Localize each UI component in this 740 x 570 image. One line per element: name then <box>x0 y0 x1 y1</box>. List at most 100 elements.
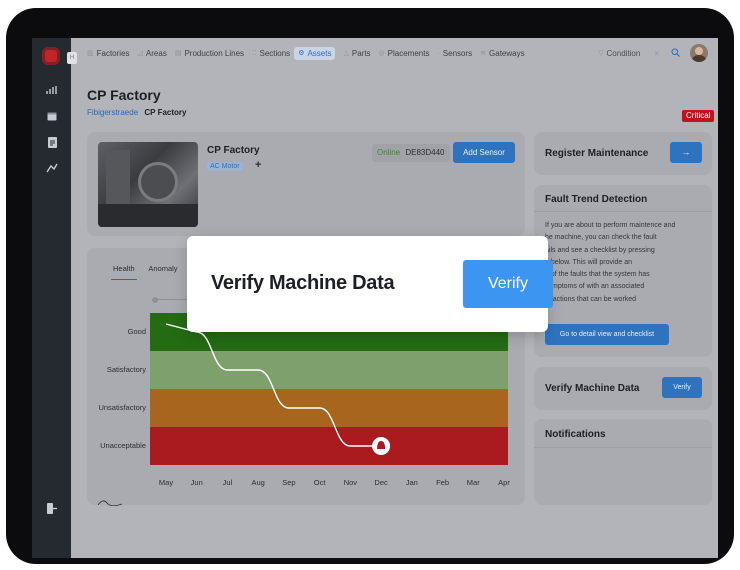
tablet-frame: H ▥ Factories ◿ Areas ▤ Production Lines ⁚⁚… <box>6 8 734 564</box>
divider <box>534 447 712 448</box>
x-tick-label: Jun <box>190 478 203 487</box>
band-label: Unacceptable <box>100 441 146 450</box>
sidebar-rail <box>32 38 71 558</box>
analytics-icon[interactable] <box>42 80 62 100</box>
calendar-icon[interactable] <box>42 106 62 126</box>
x-tick-label: Dec <box>374 478 388 487</box>
document-icon[interactable] <box>42 132 62 152</box>
tab-health[interactable]: Health <box>113 264 135 273</box>
nav-label: Parts <box>351 48 371 58</box>
description-line: n below. This will provide an <box>545 258 633 266</box>
nav-label: Factories <box>96 48 130 58</box>
x-tick-label: May <box>158 478 174 487</box>
description-line: he machine, you can check the fault <box>545 234 657 242</box>
active-tab-indicator <box>111 279 137 280</box>
x-tick-label: Nov <box>343 478 358 487</box>
description-line: symptoms of with an associated <box>545 283 645 291</box>
fault-trend-title: Fault Trend Detection <box>545 194 648 205</box>
page-title: CP Factory <box>87 87 161 103</box>
placements-icon: ◎ <box>378 50 385 57</box>
asset-type-tag[interactable]: AC Motor <box>207 162 243 171</box>
range-slider-track[interactable] <box>158 299 188 300</box>
nav-label: Gateways <box>489 48 525 58</box>
gateways-icon: ≋ <box>480 50 487 57</box>
user-avatar[interactable] <box>690 44 708 62</box>
nav-parts[interactable]: △ Parts <box>343 49 370 58</box>
search-icon[interactable] <box>671 47 680 59</box>
area-icon: ◿ <box>137 50 143 57</box>
verify-machine-modal: Verify Machine Data Verify <box>187 236 553 332</box>
sparkline-icon <box>97 493 123 511</box>
sections-icon: ⁚⁚ <box>252 50 257 57</box>
topbar-actions: ▽ Condition × <box>598 44 708 62</box>
range-slider-handle[interactable] <box>152 297 158 303</box>
app-screen: H ▥ Factories ◿ Areas ▤ Production Lines ⁚⁚… <box>32 38 718 558</box>
condition-filter[interactable]: Condition <box>607 49 641 58</box>
register-maintenance-title: Register Maintenance <box>545 148 649 159</box>
band-unsatisfactory <box>150 389 508 427</box>
breadcrumb: Fibigerstraede CP Factory <box>87 108 186 117</box>
sensors-icon: · <box>437 49 440 57</box>
description-line: If you are about to perform maintence an… <box>545 222 676 229</box>
online-status: Online <box>377 148 401 157</box>
verify-button[interactable]: Verify <box>662 377 702 398</box>
band-satisfactory <box>150 351 508 389</box>
breadcrumb-current: CP Factory <box>144 108 187 117</box>
tab-anomaly[interactable]: Anomaly <box>148 264 177 273</box>
nav-label: Placements <box>387 48 430 58</box>
add-tag-button[interactable]: + <box>255 159 261 171</box>
sensor-id: DE83D440 <box>405 148 445 157</box>
fault-trend-description: If you are about to perform maintence an… <box>545 220 713 306</box>
description-line: n of the faults that the system has <box>545 271 650 279</box>
modal-title: Verify Machine Data <box>211 272 395 294</box>
nav-sections[interactable]: ⁚⁚ Sections <box>252 49 290 58</box>
nav-sensors[interactable]: · Sensors <box>437 49 472 58</box>
health-tabs: Health Anomaly <box>113 264 190 273</box>
asset-icon: ⚙ <box>298 50 305 57</box>
status-badge: Critical <box>682 110 715 122</box>
x-tick-label: Oct <box>313 478 326 487</box>
verify-machine-title: Verify Machine Data <box>545 383 640 394</box>
band-label: Good <box>127 327 146 336</box>
register-maintenance-button[interactable]: → <box>670 142 702 163</box>
x-tick-label: Mar <box>466 478 480 487</box>
machine-image <box>98 142 198 227</box>
x-tick-label: Aug <box>251 478 265 487</box>
nav-label: Sections <box>259 48 291 58</box>
x-tick-label: Sep <box>282 478 296 487</box>
factory-icon: ▥ <box>87 50 94 57</box>
nav-label: Assets <box>307 48 332 58</box>
asset-name: CP Factory <box>207 145 260 156</box>
modal-verify-button[interactable]: Verify <box>463 260 553 308</box>
sensor-status: Online DE83D440 <box>372 144 450 162</box>
divider <box>534 211 712 212</box>
notifications-title: Notifications <box>545 429 606 440</box>
description-line: ails and see a checklist by pressing <box>545 246 655 254</box>
logout-icon[interactable] <box>42 498 62 518</box>
parts-icon: △ <box>343 50 349 57</box>
x-tick-label: Jan <box>405 478 418 487</box>
band-unacceptable <box>150 427 508 465</box>
nav-label: Sensors <box>442 48 473 58</box>
nav-factories[interactable]: ▥ Factories <box>87 49 130 58</box>
detail-view-button[interactable]: Go to detail view and checklist <box>545 324 669 345</box>
nav-areas[interactable]: ◿ Areas <box>138 49 167 58</box>
close-icon[interactable]: × <box>654 49 659 58</box>
x-tick-label: Jul <box>222 478 233 487</box>
nav-placements[interactable]: ◎ Placements <box>379 49 430 58</box>
add-sensor-button[interactable]: Add Sensor <box>453 142 515 163</box>
filter-icon: ▽ <box>598 50 604 57</box>
nav-label: Production Lines <box>184 48 245 58</box>
nav-gateways[interactable]: ≋ Gateways <box>480 49 524 58</box>
brand-logo-icon[interactable] <box>45 50 57 62</box>
nav-label: Areas <box>145 48 167 58</box>
trend-icon[interactable] <box>42 158 62 178</box>
band-label: Unsatisfactory <box>98 403 146 412</box>
breadcrumb-link[interactable]: Fibigerstraede <box>87 108 138 117</box>
x-tick-label: Feb <box>436 478 449 487</box>
nav-production-lines[interactable]: ▤ Production Lines <box>175 49 244 58</box>
description-line: of actions that can be worked <box>545 295 637 303</box>
band-label: Satisfactory <box>106 365 146 374</box>
production-line-icon: ▤ <box>174 50 182 57</box>
nav-assets[interactable]: ⚙ Assets <box>294 46 336 60</box>
